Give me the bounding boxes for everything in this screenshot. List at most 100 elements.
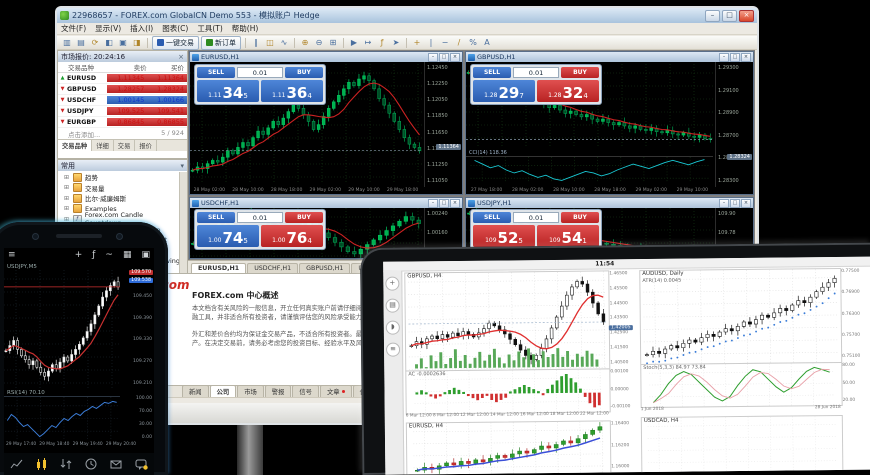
- chart-window-gbpusd[interactable]: GBPUSD,H1 –□× CCI(14) 118.36 1.293001.29…: [465, 51, 754, 195]
- toolbar-bar-chart-icon[interactable]: ∥: [250, 37, 262, 48]
- tree-expand-icon[interactable]: ⊞: [64, 195, 70, 202]
- sell-price-button[interactable]: 1.28297: [473, 80, 535, 102]
- sell-price-button[interactable]: 1.11345: [197, 80, 259, 102]
- quotes-icon[interactable]: [10, 458, 23, 471]
- market-row-EURUSD[interactable]: ▲EURUSD1.113451.11364: [58, 73, 187, 84]
- menu-item[interactable]: 帮助(H): [232, 23, 259, 34]
- menu-item[interactable]: 显示(V): [95, 23, 121, 34]
- menu-item[interactable]: 图表(C): [162, 23, 188, 34]
- tab-报价[interactable]: 报价: [135, 140, 157, 151]
- navigator-item[interactable]: ⊞交易量: [58, 183, 180, 194]
- window-titlebar[interactable]: 22968657 - FOREX.com GlobalCN Demo 553 -…: [57, 8, 757, 23]
- toolbar-navigator-icon[interactable]: ◨: [131, 37, 143, 48]
- tablet-volume-chart[interactable]: [405, 345, 608, 369]
- child-min-button[interactable]: –: [428, 53, 438, 62]
- toolbar-cursor-icon[interactable]: ➤: [390, 37, 402, 48]
- navigator-item[interactable]: ⊞趋势: [58, 172, 180, 183]
- objects-icon[interactable]: ~: [105, 250, 113, 260]
- tab-警报[interactable]: 警报: [265, 385, 292, 397]
- new-order-icon[interactable]: +: [385, 277, 399, 291]
- lot-size-input[interactable]: 0.01: [237, 67, 283, 78]
- sell-button[interactable]: SELL: [473, 212, 511, 223]
- toolbar-horizontal-line-icon[interactable]: −: [439, 37, 451, 48]
- toolbar-fibonacci-icon[interactable]: %: [467, 37, 479, 48]
- phone-rsi-chart[interactable]: [4, 396, 120, 441]
- crosshair-icon[interactable]: +: [75, 250, 83, 260]
- menu-item[interactable]: 文件(F): [61, 23, 86, 34]
- sell-price-button[interactable]: 1.00745: [197, 225, 259, 247]
- toolbar-zoom-in-icon[interactable]: ⊕: [299, 37, 311, 48]
- toolbar-zoom-out-icon[interactable]: ⊖: [313, 37, 325, 48]
- child-max-button[interactable]: □: [439, 199, 449, 208]
- tab-新闻[interactable]: 新闻: [182, 385, 209, 397]
- buy-button[interactable]: BUY: [285, 67, 323, 78]
- child-close-button[interactable]: ×: [450, 199, 460, 208]
- indicators-f-icon[interactable]: ƒ: [92, 250, 95, 260]
- tree-expand-icon[interactable]: ⊞: [64, 184, 70, 191]
- buy-price-button[interactable]: 1.28324: [537, 80, 599, 102]
- toolbar-refresh-icon[interactable]: ⟳: [89, 37, 101, 48]
- lot-size-input[interactable]: 0.01: [237, 212, 283, 223]
- history-icon[interactable]: [85, 458, 98, 471]
- buy-price-button[interactable]: 109541: [537, 225, 599, 247]
- lot-size-input[interactable]: 0.01: [513, 67, 559, 78]
- chat-icon[interactable]: ◗: [386, 321, 400, 335]
- market-row-USDJPY[interactable]: ▼USDJPY109.525109.541: [58, 106, 187, 117]
- maximize-button[interactable]: □: [722, 10, 737, 22]
- toolbar-market-watch-icon[interactable]: ◧: [103, 37, 115, 48]
- toolbar-auto-scroll-icon[interactable]: ▶: [348, 37, 360, 48]
- charts-icon[interactable]: ▤: [386, 299, 400, 313]
- toolbar-candlestick-chart-icon[interactable]: ◫: [264, 37, 276, 48]
- tab-交易品种[interactable]: 交易品种: [58, 140, 92, 151]
- child-close-button[interactable]: ×: [741, 53, 751, 62]
- tab-公司[interactable]: 公司: [210, 385, 237, 397]
- sell-button[interactable]: SELL: [197, 212, 235, 223]
- tree-expand-icon[interactable]: ⊞: [64, 205, 70, 212]
- phone-candle-chart[interactable]: [4, 270, 120, 388]
- chart-window-eurusd[interactable]: EURUSD,H1 –□× 1.124501.122501.120501.118…: [189, 51, 463, 195]
- tab-USDCHF,H1[interactable]: USDCHF,H1: [247, 263, 298, 273]
- tab-市场[interactable]: 市场: [237, 385, 264, 397]
- toolbar-line-chart-icon[interactable]: ∿: [278, 37, 290, 48]
- menu-item[interactable]: 插入(I): [130, 23, 153, 34]
- child-max-button[interactable]: □: [439, 53, 449, 62]
- toolbar-trendline-icon[interactable]: /: [453, 37, 465, 48]
- toolbar-indicators-icon[interactable]: ƒ: [376, 37, 388, 48]
- panel-close-icon[interactable]: ×: [178, 53, 184, 61]
- toolbar-new-chart-icon[interactable]: ▥: [61, 37, 73, 48]
- menu-item[interactable]: 工具(T): [197, 23, 222, 34]
- trade-icon[interactable]: [60, 458, 73, 471]
- chevron-down-icon[interactable]: ▾: [180, 162, 184, 170]
- menu-icon[interactable]: ≡: [8, 250, 16, 260]
- sell-price-button[interactable]: 109525: [473, 225, 535, 247]
- tab-交易[interactable]: 交易: [114, 140, 136, 151]
- toolbar-profiles-icon[interactable]: ▤: [75, 37, 87, 48]
- tab-EURUSD,H1[interactable]: EURUSD,H1: [191, 263, 246, 273]
- news-icon[interactable]: ≡: [386, 343, 400, 357]
- market-row-GBPUSD[interactable]: ▼GBPUSD1.282571.28324: [58, 84, 187, 95]
- child-close-button[interactable]: ×: [741, 199, 751, 208]
- market-row-USDCHF[interactable]: ▼USDCHF1.001451.00166: [58, 95, 187, 106]
- minimize-button[interactable]: –: [705, 10, 720, 22]
- add-symbol-row[interactable]: 点击添加...: [68, 129, 100, 139]
- toolbar-new-order-button[interactable]: 新订单: [201, 36, 241, 50]
- tab-详细[interactable]: 详细: [92, 140, 114, 151]
- toolbar-one-click-trading-button[interactable]: 一键交易: [152, 36, 199, 50]
- toolbar-data-window-icon[interactable]: ▣: [117, 37, 129, 48]
- navigator-item[interactable]: ⊞比尔·威廉姆斯: [58, 193, 180, 204]
- tablet-usdcad-chart[interactable]: [641, 415, 844, 474]
- mailbox-icon[interactable]: [110, 458, 123, 471]
- buy-price-button[interactable]: 1.00764: [261, 225, 323, 247]
- tab-GBPUSD,H1[interactable]: GBPUSD,H1: [299, 263, 350, 273]
- tree-expand-icon[interactable]: ⊞: [64, 174, 70, 181]
- toolbar-text-tool-icon[interactable]: A: [481, 37, 493, 48]
- buy-button[interactable]: BUY: [561, 212, 599, 223]
- toolbar-chart-shift-icon[interactable]: ↦: [362, 37, 374, 48]
- child-close-button[interactable]: ×: [450, 53, 460, 62]
- market-row-EURGBP[interactable]: ▼EURGBP0.868450.86855: [58, 117, 187, 128]
- child-min-button[interactable]: –: [428, 199, 438, 208]
- toolbar-vertical-line-icon[interactable]: |: [425, 37, 437, 48]
- child-max-button[interactable]: □: [730, 199, 740, 208]
- chat-icon[interactable]: [135, 458, 148, 471]
- charts-icon[interactable]: [35, 458, 48, 471]
